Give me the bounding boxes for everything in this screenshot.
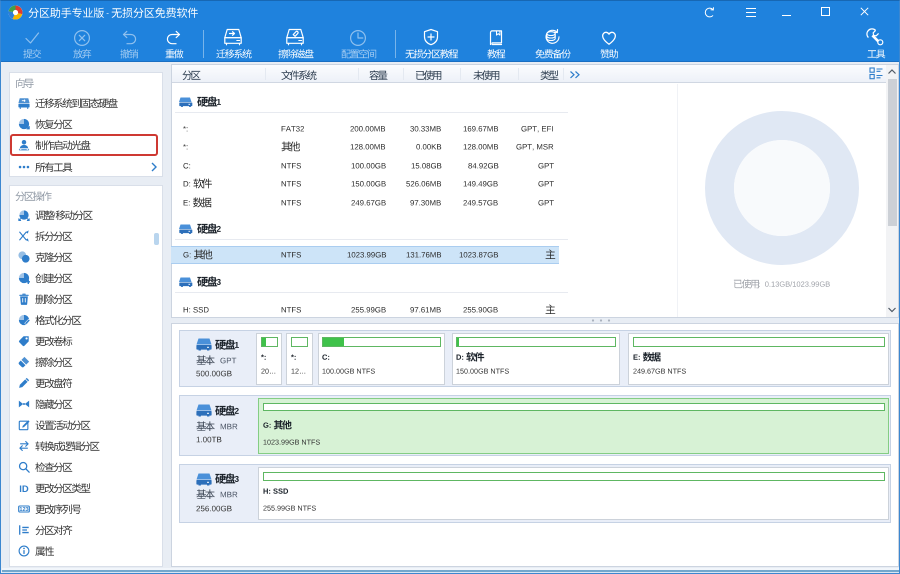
svg-text:ID: ID xyxy=(19,483,29,494)
svg-text:123: 123 xyxy=(19,507,28,513)
